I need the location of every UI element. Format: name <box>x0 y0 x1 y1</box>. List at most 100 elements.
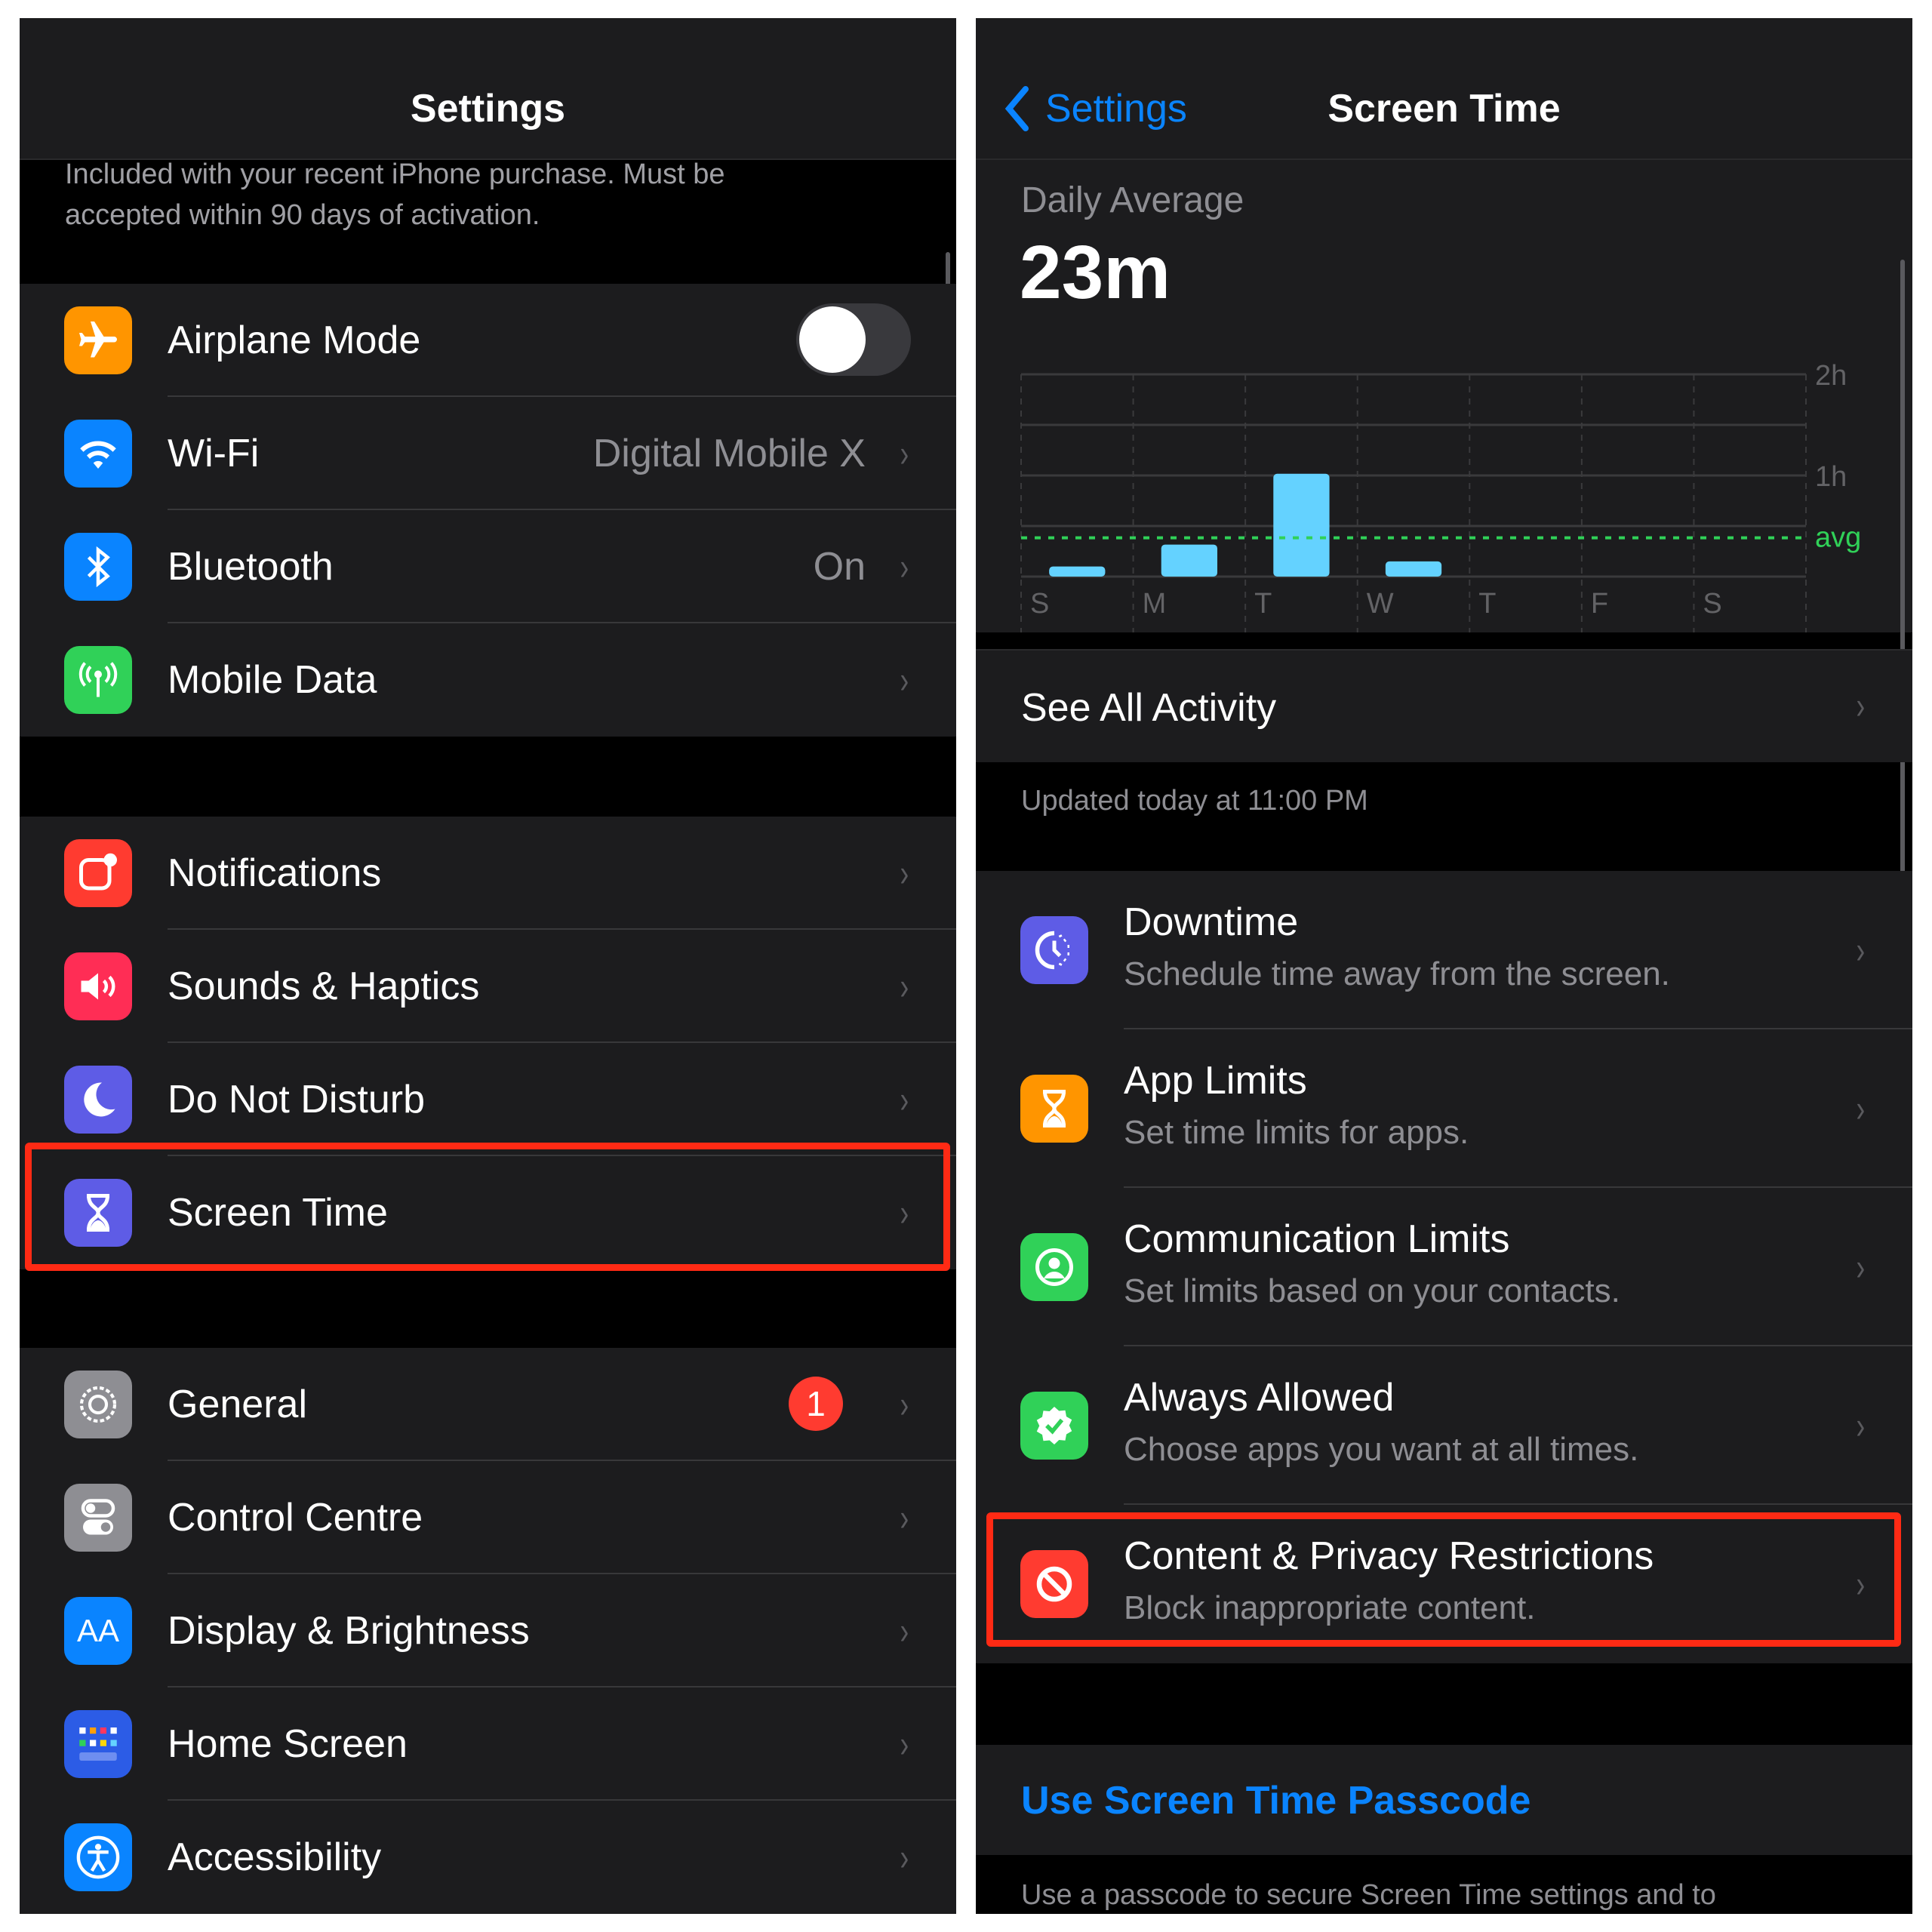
row-general[interactable]: General 1 › <box>20 1348 956 1461</box>
chevron-right-icon: › <box>900 1836 909 1878</box>
row-control-centre[interactable]: Control Centre › <box>20 1461 956 1574</box>
title: Communication Limits <box>1124 1217 1510 1261</box>
label: Notifications <box>168 851 382 895</box>
bluetooth-icon <box>64 533 132 601</box>
y-tick-label: 1h <box>1815 461 1847 493</box>
bluetooth-status-value: On <box>813 545 866 589</box>
title: App Limits <box>1124 1059 1307 1103</box>
switches-icon <box>64 1484 132 1552</box>
content-privacy-highlight <box>986 1512 1901 1647</box>
bar-3 <box>1385 561 1442 577</box>
label: General <box>168 1383 307 1426</box>
chevron-right-icon: › <box>900 1497 909 1539</box>
title: Always Allowed <box>1124 1376 1395 1420</box>
speaker-icon <box>64 952 132 1020</box>
checkmark-badge-icon <box>1020 1392 1088 1460</box>
chevron-right-icon: › <box>900 1078 909 1121</box>
usage-bar-chart: S M T W T F S 2h 1h avg <box>1020 360 1861 632</box>
wifi-network-value: Digital Mobile X <box>592 432 866 475</box>
row-app-limits[interactable]: App Limits Set time limits for apps. › <box>976 1029 1912 1188</box>
label: Display & Brightness <box>168 1609 530 1653</box>
chart-section: Daily Average 23m S M T W T F S 2h 1h avg <box>976 160 1912 632</box>
chevron-right-icon: › <box>900 1723 909 1765</box>
promo-line-2: accepted within 90 days of activation. <box>65 199 540 231</box>
chevron-right-icon: › <box>900 1383 909 1426</box>
chevron-right-icon: › <box>1856 1246 1866 1288</box>
updated-timestamp: Updated today at 11:00 PM <box>1021 785 1368 817</box>
chevron-right-icon: › <box>1856 929 1866 971</box>
page-title: Settings <box>410 87 566 131</box>
screen-time-screen: Daily Average 23m S M T W T F S 2h 1h avg Setting… <box>976 18 1912 1914</box>
subtitle: Choose apps you want at all times. <box>1124 1431 1639 1468</box>
row-communication-limits[interactable]: Communication Limits Set limits based on… <box>976 1188 1912 1346</box>
label: Sounds & Haptics <box>168 964 480 1008</box>
row-always-allowed[interactable]: Always Allowed Choose apps you want at a… <box>976 1346 1912 1505</box>
y-tick-label: 2h <box>1815 360 1847 392</box>
nav-bar: Settings <box>20 18 956 160</box>
chevron-right-icon: › <box>900 432 909 475</box>
see-all-activity-row[interactable]: See All Activity › <box>976 649 1912 762</box>
hourglass-icon <box>1020 1075 1088 1143</box>
accessibility-icon <box>64 1823 132 1891</box>
row-downtime[interactable]: Downtime Schedule time away from the scr… <box>976 871 1912 1029</box>
label: Airplane Mode <box>168 318 421 362</box>
label: Control Centre <box>168 1496 423 1540</box>
screen-time-highlight <box>25 1143 950 1271</box>
label: Home Screen <box>168 1722 408 1766</box>
day-label: T <box>1254 588 1272 620</box>
toggle-knob <box>799 306 866 373</box>
wifi-icon <box>64 420 132 488</box>
day-label: S <box>1030 588 1049 620</box>
update-badge: 1 <box>789 1377 843 1431</box>
chevron-right-icon: › <box>900 546 909 588</box>
chevron-right-icon: › <box>900 852 909 894</box>
title: Downtime <box>1124 900 1299 944</box>
row-airplane-mode[interactable]: Airplane Mode <box>20 284 956 397</box>
row-display-brightness[interactable]: AA Display & Brightness › <box>20 1574 956 1687</box>
row-bluetooth[interactable]: Bluetooth On › <box>20 510 956 623</box>
chevron-right-icon: › <box>900 659 909 701</box>
promo-text: Included with your recent iPhone purchas… <box>65 154 725 235</box>
airplane-mode-toggle[interactable] <box>796 303 911 376</box>
subtitle: Set time limits for apps. <box>1124 1114 1469 1151</box>
downtime-icon <box>1020 916 1088 984</box>
moon-icon <box>64 1066 132 1134</box>
antenna-icon <box>64 646 132 714</box>
chevron-right-icon: › <box>1856 1404 1866 1447</box>
day-label: F <box>1591 588 1608 620</box>
airplane-icon <box>64 306 132 374</box>
chevron-right-icon: › <box>1856 685 1866 727</box>
chevron-right-icon: › <box>900 1610 909 1652</box>
day-label: S <box>1703 588 1721 620</box>
subtitle: Schedule time away from the screen. <box>1124 955 1670 992</box>
home-grid-icon <box>64 1710 132 1778</box>
day-label: T <box>1478 588 1496 620</box>
row-home-screen[interactable]: Home Screen › <box>20 1687 956 1801</box>
row-wifi[interactable]: Wi-Fi Digital Mobile X › <box>20 397 956 510</box>
gear-icon <box>64 1371 132 1438</box>
label: Do Not Disturb <box>168 1078 425 1121</box>
day-label: M <box>1143 588 1167 620</box>
page-title: Screen Time <box>1327 87 1561 131</box>
row-accessibility[interactable]: Accessibility › <box>20 1801 956 1914</box>
contact-icon <box>1020 1233 1088 1301</box>
connectivity-group: Airplane Mode Wi-Fi Digital Mobile X › B… <box>20 284 956 737</box>
passcode-row[interactable]: Use Screen Time Passcode <box>976 1745 1912 1855</box>
label: Wi-Fi <box>168 432 260 475</box>
row-mobile-data[interactable]: Mobile Data › <box>20 623 956 737</box>
nav-bar: Settings Screen Time <box>976 18 1912 160</box>
day-label: W <box>1367 588 1394 620</box>
notifications-icon <box>64 839 132 907</box>
passcode-footer-text: Use a passcode to secure Screen Time set… <box>1021 1879 1716 1911</box>
general-group: General 1 › Control Centre › AA Display … <box>20 1348 956 1914</box>
settings-screen: Included with your recent iPhone purchas… <box>20 18 956 1914</box>
chevron-right-icon: › <box>1856 1088 1866 1130</box>
average-label: avg <box>1815 522 1861 554</box>
row-sounds-haptics[interactable]: Sounds & Haptics › <box>20 930 956 1043</box>
row-notifications[interactable]: Notifications › <box>20 817 956 930</box>
use-passcode-link[interactable]: Use Screen Time Passcode <box>1021 1778 1531 1823</box>
promo-line-1: Included with your recent iPhone purchas… <box>65 158 725 190</box>
label: Accessibility <box>168 1835 382 1879</box>
bar-0 <box>1049 566 1106 577</box>
row-do-not-disturb[interactable]: Do Not Disturb › <box>20 1043 956 1156</box>
